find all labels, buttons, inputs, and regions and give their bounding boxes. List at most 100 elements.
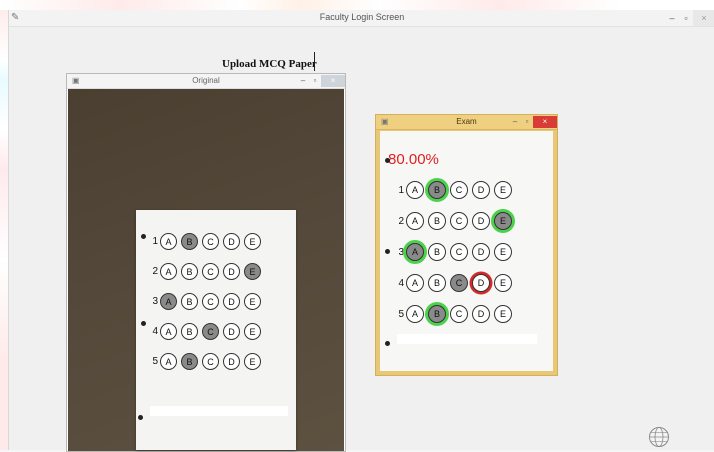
marked-bubble: C <box>202 323 219 340</box>
question-number: 5 <box>398 308 404 320</box>
original-window: ▣ Original – ▫ × 1ABCDE2ABCDE3ABCDE4ABCD… <box>66 73 346 452</box>
answer-bubble: B <box>428 243 446 261</box>
exam-window-controls: – ▫ × <box>509 115 557 129</box>
question-number: 5 <box>152 356 158 367</box>
marked-bubble: E <box>244 263 261 280</box>
correct-bubble: A <box>406 243 424 261</box>
correct-bubble: B <box>428 181 446 199</box>
answer-bubble: E <box>494 243 512 261</box>
question-row: 2ABCDE <box>148 263 265 280</box>
question-number: 1 <box>398 184 404 196</box>
answer-bubble: B <box>181 323 198 340</box>
punch-hole <box>385 249 390 254</box>
original-window-controls: – ▫ × <box>297 74 345 88</box>
answer-bubble: C <box>450 212 468 230</box>
question-row: 5ABCDE <box>394 305 516 323</box>
question-row: 1ABCDE <box>148 233 265 250</box>
text-cursor <box>314 52 315 71</box>
question-row: 1ABCDE <box>394 181 516 199</box>
answer-bubble: E <box>494 274 512 292</box>
question-row: 4ABCDE <box>148 323 265 340</box>
answer-bubble: E <box>494 181 512 199</box>
marked-bubble: C <box>450 274 468 292</box>
mcq-paper-photo: 1ABCDE2ABCDE3ABCDE4ABCDE5ABCDE <box>68 89 344 451</box>
minimize-button[interactable]: – <box>297 74 309 88</box>
answer-bubble: D <box>223 293 240 310</box>
answer-bubble: B <box>181 263 198 280</box>
answer-bubble: C <box>202 293 219 310</box>
answer-bubble: D <box>472 243 490 261</box>
graded-answer-sheet: 80.00% 1ABCDE2ABCDE3ABCDE4ABCDE5ABCDE <box>380 131 553 371</box>
answer-bubble: A <box>406 274 424 292</box>
missed-answer-bubble: D <box>472 274 490 292</box>
background-stripe <box>0 0 8 450</box>
answer-bubble: E <box>494 305 512 323</box>
answer-bubble: E <box>244 323 261 340</box>
answer-bubble: A <box>406 305 424 323</box>
question-row: 2ABCDE <box>394 212 516 230</box>
question-number: 4 <box>398 277 404 289</box>
punch-hole <box>141 234 146 239</box>
maximize-button[interactable]: ▫ <box>309 74 321 88</box>
question-number: 2 <box>152 266 158 277</box>
background-stripe <box>0 0 714 10</box>
marked-bubble: B <box>181 353 198 370</box>
answer-bubble: B <box>428 274 446 292</box>
upload-mcq-paper-label[interactable]: Upload MCQ Paper <box>222 58 317 70</box>
answer-bubble: C <box>202 353 219 370</box>
question-row: 3ABCDE <box>394 243 516 261</box>
punch-hole <box>141 321 146 326</box>
minimize-button[interactable]: – <box>509 115 521 129</box>
question-number: 4 <box>152 326 158 337</box>
marked-bubble: A <box>160 293 177 310</box>
answer-bubble: A <box>406 181 424 199</box>
name-strip <box>150 406 288 416</box>
answer-bubble: C <box>450 305 468 323</box>
answer-bubble: E <box>244 293 261 310</box>
question-number: 2 <box>398 215 404 227</box>
punch-hole <box>385 158 390 163</box>
answer-bubble: D <box>223 353 240 370</box>
minimize-button[interactable]: – <box>665 10 679 26</box>
answer-bubble: A <box>160 353 177 370</box>
question-row: 4ABCDE <box>394 274 516 292</box>
answer-bubble: A <box>406 212 424 230</box>
exam-window: ▣ Exam – ▫ × 80.00% 1ABCDE2ABCDE3ABCDE4A… <box>375 114 558 376</box>
answer-bubble: C <box>202 263 219 280</box>
window-title: Faculty Login Screen <box>319 12 405 22</box>
correct-bubble: E <box>494 212 512 230</box>
exam-titlebar: ▣ Exam – ▫ × <box>376 115 557 130</box>
answer-sheet: 1ABCDE2ABCDE3ABCDE4ABCDE5ABCDE <box>136 210 296 450</box>
close-button[interactable]: × <box>693 10 714 26</box>
answer-bubble: B <box>181 293 198 310</box>
answer-bubble: D <box>472 305 490 323</box>
question-number: 3 <box>398 246 404 258</box>
original-titlebar: ▣ Original – ▫ × <box>67 74 345 89</box>
answer-bubble: D <box>223 233 240 250</box>
answer-bubble: C <box>202 233 219 250</box>
maximize-button[interactable]: ▫ <box>521 115 533 129</box>
punch-hole <box>138 415 143 420</box>
answer-bubble: E <box>244 353 261 370</box>
answer-bubble: A <box>160 233 177 250</box>
answer-bubble: B <box>428 212 446 230</box>
answer-bubble: D <box>223 263 240 280</box>
score-text: 80.00% <box>388 151 439 168</box>
question-row: 5ABCDE <box>148 353 265 370</box>
answer-bubble: D <box>472 212 490 230</box>
name-strip <box>397 334 537 344</box>
correct-bubble: B <box>428 305 446 323</box>
answer-bubble: C <box>450 181 468 199</box>
question-row: 3ABCDE <box>148 293 265 310</box>
maximize-button[interactable]: ▫ <box>679 10 693 26</box>
question-number: 3 <box>152 296 158 307</box>
globe-icon[interactable] <box>648 426 670 448</box>
close-button[interactable]: × <box>533 116 557 128</box>
close-button[interactable]: × <box>321 75 345 87</box>
answer-bubble: D <box>223 323 240 340</box>
question-number: 1 <box>152 236 158 247</box>
punch-hole <box>385 341 390 346</box>
answer-bubble: D <box>472 181 490 199</box>
answer-bubble: A <box>160 323 177 340</box>
answer-bubble: A <box>160 263 177 280</box>
